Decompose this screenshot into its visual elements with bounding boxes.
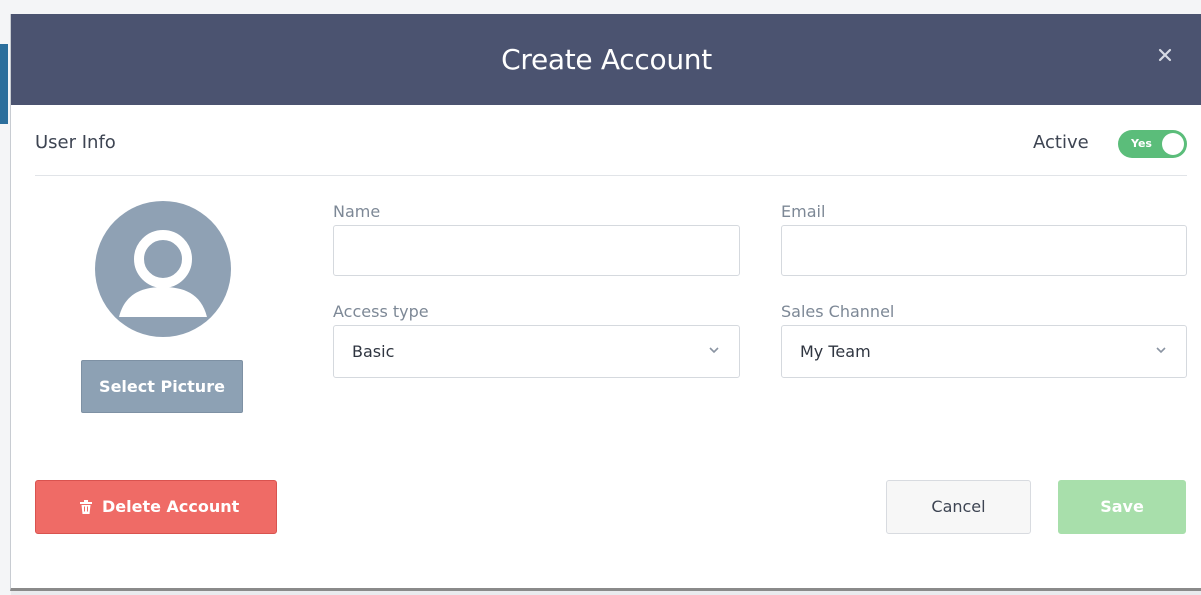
section-divider bbox=[35, 175, 1187, 176]
user-avatar-icon bbox=[95, 201, 231, 337]
delete-account-label: Delete Account bbox=[102, 497, 240, 516]
sales-channel-value: My Team bbox=[800, 342, 871, 361]
close-icon[interactable] bbox=[1154, 44, 1176, 66]
sales-channel-label: Sales Channel bbox=[781, 302, 895, 321]
email-label: Email bbox=[781, 202, 826, 221]
access-type-label: Access type bbox=[333, 302, 429, 321]
sales-channel-select[interactable]: My Team bbox=[781, 325, 1187, 378]
active-label: Active bbox=[1033, 132, 1089, 153]
modal-title: Create Account bbox=[501, 43, 712, 76]
name-input[interactable] bbox=[333, 225, 740, 276]
select-picture-button[interactable]: Select Picture bbox=[81, 360, 243, 413]
modal-header: Create Account bbox=[11, 14, 1201, 105]
section-title-user-info: User Info bbox=[35, 132, 116, 153]
create-account-modal: Create Account User Info Active Yes Sele… bbox=[10, 14, 1201, 591]
access-type-select[interactable]: Basic bbox=[333, 325, 740, 378]
active-toggle-label: Yes bbox=[1131, 137, 1152, 150]
active-toggle[interactable]: Yes bbox=[1118, 130, 1187, 158]
toggle-knob bbox=[1162, 133, 1184, 155]
chevron-down-icon bbox=[1156, 347, 1166, 354]
trash-icon bbox=[80, 500, 92, 514]
background-accent bbox=[0, 44, 8, 124]
chevron-down-icon bbox=[709, 347, 719, 354]
name-label: Name bbox=[333, 202, 381, 221]
access-type-value: Basic bbox=[352, 342, 395, 361]
background-app-bar bbox=[0, 0, 1201, 15]
cancel-button[interactable]: Cancel bbox=[886, 480, 1031, 534]
delete-account-button[interactable]: Delete Account bbox=[35, 480, 277, 534]
save-button[interactable]: Save bbox=[1058, 480, 1186, 534]
email-input[interactable] bbox=[781, 225, 1187, 276]
